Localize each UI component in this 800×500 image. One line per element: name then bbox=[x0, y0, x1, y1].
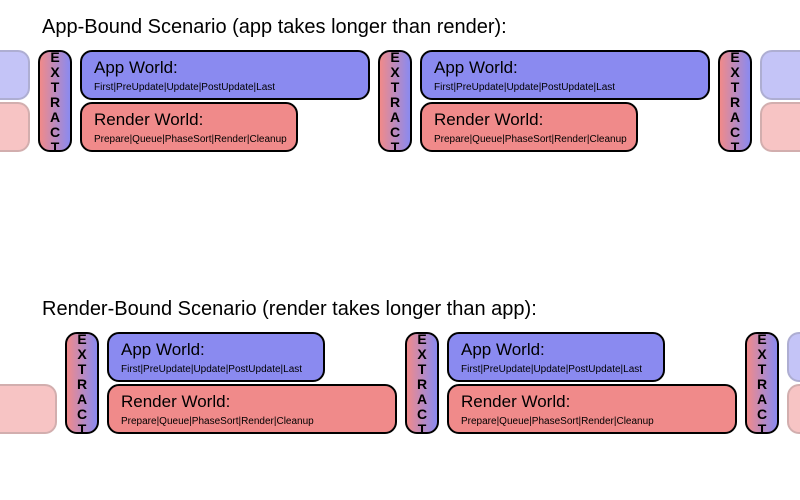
app-world-phases: First|PreUpdate|Update|PostUpdate|Last bbox=[461, 364, 653, 375]
app-world-title: App World: bbox=[121, 340, 313, 360]
app-world-phases: First|PreUpdate|Update|PostUpdate|Last bbox=[94, 82, 358, 93]
extract-block-5: EXTRACT bbox=[405, 332, 439, 434]
app-world-block-faded-right-2 bbox=[787, 332, 800, 382]
extract-block-6: EXTRACT bbox=[745, 332, 779, 434]
render-world-block-faded-left bbox=[0, 102, 30, 152]
extract-label: EXTRACT bbox=[387, 49, 403, 154]
render-world-block-4: Render World: Prepare|Queue|PhaseSort|Re… bbox=[447, 384, 737, 434]
render-world-title: Render World: bbox=[94, 110, 286, 130]
app-world-title: App World: bbox=[461, 340, 653, 360]
render-world-block-faded-right-2 bbox=[787, 384, 800, 434]
scenario-2-title: Render-Bound Scenario (render takes long… bbox=[42, 298, 537, 321]
app-world-block-1: App World: First|PreUpdate|Update|PostUp… bbox=[80, 50, 370, 100]
render-world-title: Render World: bbox=[461, 392, 725, 412]
app-world-block-faded-right bbox=[760, 50, 800, 100]
render-world-block-3: Render World: Prepare|Queue|PhaseSort|Re… bbox=[107, 384, 397, 434]
render-world-title: Render World: bbox=[121, 392, 385, 412]
extract-label: EXTRACT bbox=[754, 331, 770, 436]
scenario-1-title: App-Bound Scenario (app takes longer tha… bbox=[42, 16, 507, 39]
app-world-phases: First|PreUpdate|Update|PostUpdate|Last bbox=[434, 82, 698, 93]
render-world-phases: Prepare|Queue|PhaseSort|Render|Cleanup bbox=[94, 134, 286, 145]
extract-label: EXTRACT bbox=[47, 49, 63, 154]
extract-label: EXTRACT bbox=[74, 331, 90, 436]
render-world-title: Render World: bbox=[434, 110, 626, 130]
render-world-block-faded-left-2 bbox=[0, 384, 57, 434]
render-world-phases: Prepare|Queue|PhaseSort|Render|Cleanup bbox=[121, 416, 385, 427]
app-world-block-3: App World: First|PreUpdate|Update|PostUp… bbox=[107, 332, 325, 382]
app-world-title: App World: bbox=[434, 58, 698, 78]
extract-label: EXTRACT bbox=[727, 49, 743, 154]
render-world-phases: Prepare|Queue|PhaseSort|Render|Cleanup bbox=[461, 416, 725, 427]
app-world-block-2: App World: First|PreUpdate|Update|PostUp… bbox=[420, 50, 710, 100]
app-world-phases: First|PreUpdate|Update|PostUpdate|Last bbox=[121, 364, 313, 375]
extract-block-1: EXTRACT bbox=[38, 50, 72, 152]
render-world-block-faded-right bbox=[760, 102, 800, 152]
extract-block-4: EXTRACT bbox=[65, 332, 99, 434]
app-world-block-faded-left bbox=[0, 50, 30, 100]
extract-label: EXTRACT bbox=[414, 331, 430, 436]
app-world-block-4: App World: First|PreUpdate|Update|PostUp… bbox=[447, 332, 665, 382]
render-world-block-2: Render World: Prepare|Queue|PhaseSort|Re… bbox=[420, 102, 638, 152]
render-world-phases: Prepare|Queue|PhaseSort|Render|Cleanup bbox=[434, 134, 626, 145]
render-world-block-1: Render World: Prepare|Queue|PhaseSort|Re… bbox=[80, 102, 298, 152]
extract-block-3: EXTRACT bbox=[718, 50, 752, 152]
app-world-title: App World: bbox=[94, 58, 358, 78]
extract-block-2: EXTRACT bbox=[378, 50, 412, 152]
